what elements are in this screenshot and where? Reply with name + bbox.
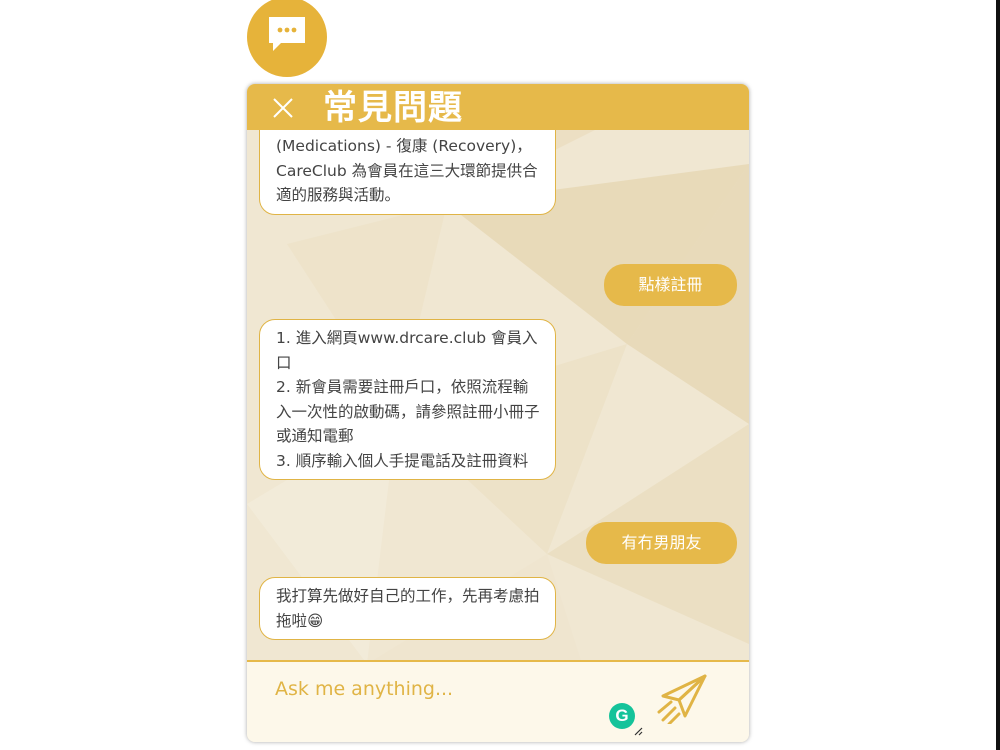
window-edge <box>996 0 1000 750</box>
chat-launcher-button[interactable] <box>247 0 327 77</box>
user-message[interactable]: 有冇男朋友 <box>586 522 737 564</box>
chat-header: 常見問題 <box>247 84 749 130</box>
paper-plane-icon[interactable] <box>655 672 711 724</box>
page-title: 常見問題 <box>323 88 463 128</box>
close-icon[interactable] <box>271 96 295 120</box>
bot-message: 我打算先做好自己的工作，先再考慮拍拖啦😁 <box>259 577 556 640</box>
grammarly-icon[interactable]: G <box>609 703 635 729</box>
message-input[interactable] <box>273 674 617 704</box>
faq-chat-widget: 常見問題 由健康、治療到康復三大環節組成 - 維持治療 (Maintenance… <box>247 84 749 742</box>
chat-bubble-icon <box>269 17 305 51</box>
user-message[interactable]: 點樣註冊 <box>604 264 737 306</box>
message-list[interactable]: 由健康、治療到康復三大環節組成 - 維持治療 (Maintenance) - 治… <box>247 130 749 660</box>
message-composer: G <box>247 660 749 742</box>
bot-message: 由健康、治療到康復三大環節組成 - 維持治療 (Maintenance) - 治… <box>259 130 556 215</box>
resize-handle-icon[interactable] <box>633 726 643 736</box>
bot-message: 1. 進入網頁www.drcare.club 會員入口 2. 新會員需要註冊戶口… <box>259 319 556 480</box>
